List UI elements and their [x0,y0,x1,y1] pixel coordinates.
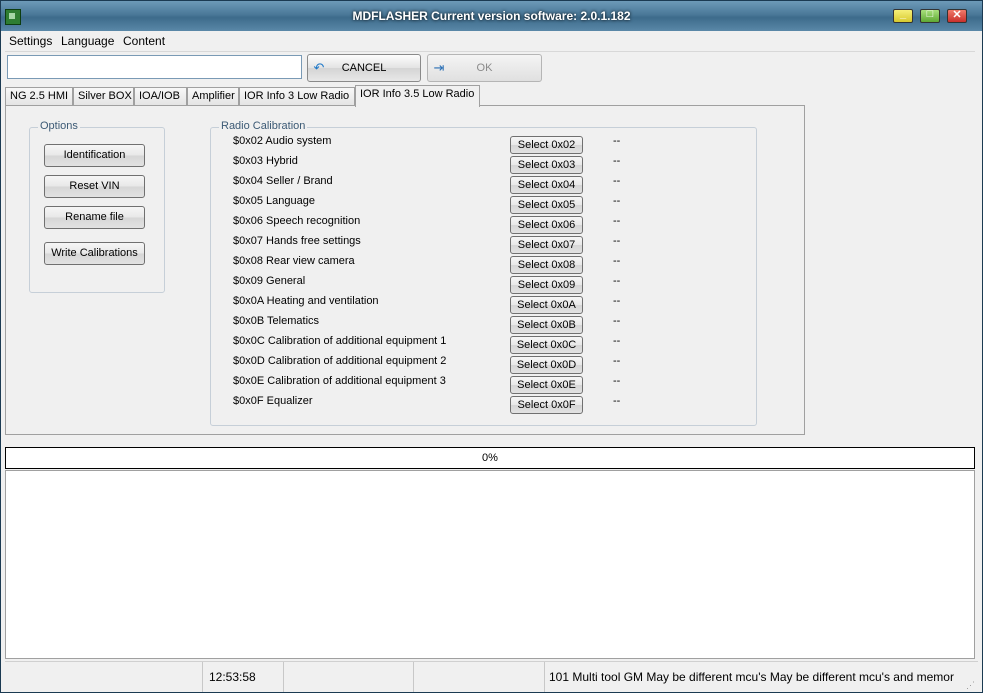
calibration-value: -- [613,295,621,307]
calibration-value: -- [613,195,621,207]
calibration-label: $0x0B Telematics [233,315,320,327]
calibration-label: $0x0C Calibration of additional equipmen… [233,335,447,347]
select-calibration-button[interactable]: Select 0x08 [510,256,583,274]
identification-button[interactable]: Identification [44,144,145,167]
tab-silver-box[interactable]: Silver BOX [73,87,134,106]
calibration-value: -- [613,375,621,387]
select-calibration-button[interactable]: Select 0x03 [510,156,583,174]
status-cell-3 [283,662,413,692]
select-calibration-button[interactable]: Select 0x0A [510,296,583,314]
status-cell-1 [5,662,200,692]
exit-door-icon: ⇥ [433,60,445,75]
undo-arrow-icon: ↶ [313,60,325,75]
menu-bar: Settings Language Content [5,31,978,51]
select-calibration-button[interactable]: Select 0x09 [510,276,583,294]
calibration-label: $0x04 Seller / Brand [233,175,333,187]
select-calibration-button[interactable]: Select 0x05 [510,196,583,214]
status-cell-4 [413,662,544,692]
select-calibration-button[interactable]: Select 0x07 [510,236,583,254]
select-calibration-button[interactable]: Select 0x06 [510,216,583,234]
ok-button-label: OK [476,62,493,74]
select-calibration-button[interactable]: Select 0x0B [510,316,583,334]
toolbar-divider [5,51,975,52]
close-icon: ✕ [952,9,962,21]
radio-calibration-group: Radio Calibration $0x02 Audio system Sele… [210,120,757,426]
title-bar[interactable]: MDFLASHER Current version software: 2.0.… [1,1,982,31]
tab-ioa-iob[interactable]: IOA/IOB [134,87,187,106]
calibration-value: -- [613,275,621,287]
calibration-label: $0x06 Speech recognition [233,215,361,227]
file-path-input[interactable] [7,55,302,79]
minimize-icon: _ [899,8,907,20]
select-calibration-button[interactable]: Select 0x0E [510,376,583,394]
resize-grip-icon[interactable]: ⋰ [966,680,976,690]
status-time: 12:53:58 [202,662,289,692]
progress-bar: 0% [5,447,975,469]
calibration-value: -- [613,335,621,347]
calibration-label: $0x0D Calibration of additional equipmen… [233,355,447,367]
calibration-label: $0x03 Hybrid [233,155,298,167]
calibration-label: $0x07 Hands free settings [233,235,361,247]
close-button[interactable]: ✕ [947,9,967,23]
calibration-value: -- [613,215,621,227]
maximize-icon: □ [926,8,934,20]
tab-panel: Options Identification Reset VIN Rename … [5,105,805,435]
minimize-button[interactable]: _ [893,8,913,23]
calibration-label: $0x05 Language [233,195,315,207]
select-calibration-button[interactable]: Select 0x04 [510,176,583,194]
calibration-label: $0x0E Calibration of additional equipmen… [233,375,446,387]
cancel-button-label: CANCEL [341,62,387,74]
tab-ior-info-3[interactable]: IOR Info 3 Low Radio [239,87,355,106]
reset-vin-button[interactable]: Reset VIN [44,175,145,198]
select-calibration-button[interactable]: Select 0x0D [510,356,583,374]
menu-settings[interactable]: Settings [9,34,52,48]
calibration-label: $0x09 General [233,275,306,287]
calibration-value: -- [613,155,621,167]
write-calibrations-button[interactable]: Write Calibrations [44,242,145,265]
tab-ng-2-5-hmi[interactable]: NG 2.5 HMI [5,87,73,106]
ok-button[interactable]: ⇥ OK [427,54,542,82]
select-calibration-button[interactable]: Select 0x0C [510,336,583,354]
calibration-label: $0x02 Audio system [233,135,332,147]
calibration-label: $0x0F Equalizer [233,395,313,407]
radio-calibration-group-label: Radio Calibration [219,120,308,132]
maximize-button[interactable]: □ [920,8,940,23]
tab-ior-info-3-5[interactable]: IOR Info 3.5 Low Radio [355,85,480,107]
calibration-value: -- [613,315,621,327]
status-bar: 12:53:58 101 Multi tool GM May be differ… [5,661,978,692]
app-window: MDFLASHER Current version software: 2.0.… [0,0,983,693]
calibration-label: $0x08 Rear view camera [233,255,355,267]
tab-amplifier[interactable]: Amplifier [187,87,239,106]
calibration-value: -- [613,135,621,147]
calibration-value: -- [613,395,621,407]
log-output[interactable] [5,470,975,659]
menu-language[interactable]: Language [61,34,114,48]
select-calibration-button[interactable]: Select 0x0F [510,396,583,414]
status-message: 101 Multi tool GM May be different mcu's… [544,662,964,692]
calibration-value: -- [613,355,621,367]
window-title: MDFLASHER Current version software: 2.0.… [352,9,631,23]
options-group-label: Options [38,120,80,132]
cancel-button[interactable]: ↶ CANCEL [307,54,421,82]
progress-label: 0% [482,452,498,464]
options-group: Options Identification Reset VIN Rename … [29,120,165,293]
calibration-value: -- [613,255,621,267]
menu-content[interactable]: Content [123,34,165,48]
calibration-value: -- [613,175,621,187]
select-calibration-button[interactable]: Select 0x02 [510,136,583,154]
calibration-label: $0x0A Heating and ventilation [233,295,379,307]
calibration-value: -- [613,235,621,247]
rename-file-button[interactable]: Rename file [44,206,145,229]
